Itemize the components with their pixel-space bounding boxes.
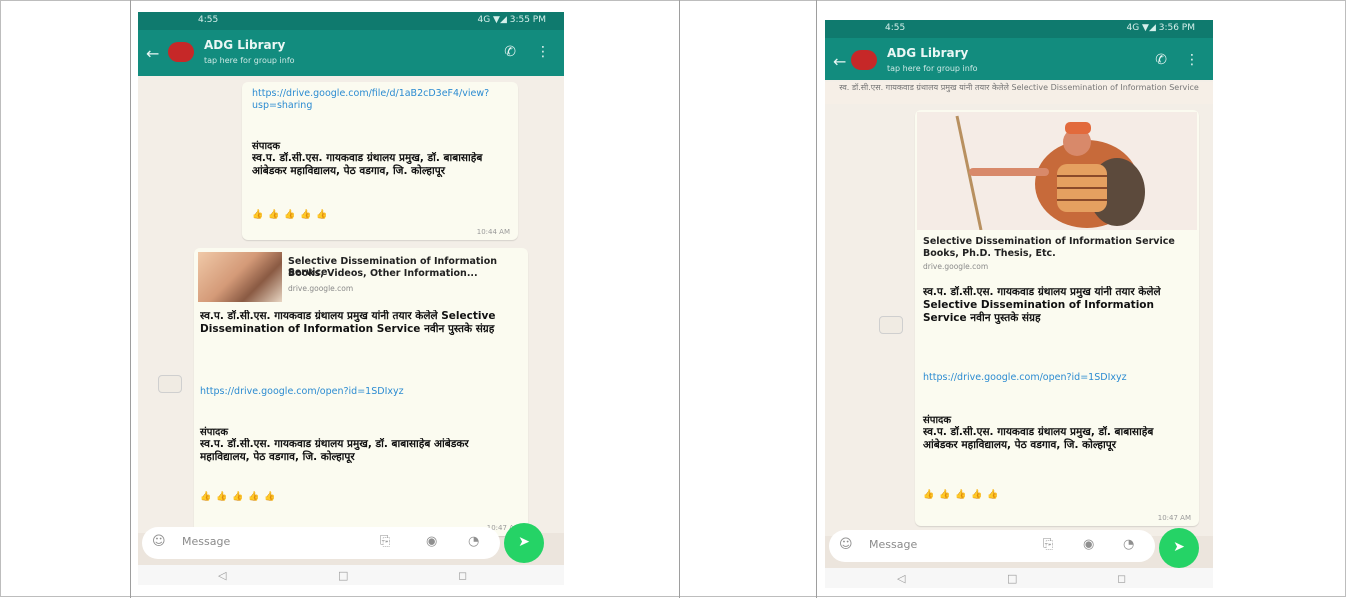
- chat-messages: स्व. डॉ.सी.एस. गायकवाड ग्रंथालय प्रमुख य…: [825, 80, 1213, 536]
- message-time: 10:47 AM: [1157, 514, 1191, 522]
- message-link[interactable]: https://drive.google.com/file/d/1aB2cD3e…: [252, 88, 508, 124]
- message-input[interactable]: Message: [869, 538, 917, 551]
- android-nav-bar: ◁ □ ◻: [825, 568, 1213, 588]
- send-icon: ➤: [518, 534, 530, 550]
- emoji-icon[interactable]: ☺: [152, 534, 166, 549]
- message-link[interactable]: https://drive.google.com/open?id=1SDIxyz: [923, 372, 1163, 398]
- back-arrow-icon[interactable]: ←: [146, 44, 159, 63]
- nav-recents-icon[interactable]: ◻: [1117, 572, 1126, 585]
- left-border-line: [130, 0, 131, 598]
- message-emojis: 👍 👍 👍 👍 👍: [252, 210, 329, 220]
- message-input-bar[interactable]: ☺ Message ⎘ ◉ ◔: [829, 530, 1155, 562]
- message-bubble[interactable]: Selective Dissemination of Information S…: [194, 248, 528, 536]
- forward-share-icon[interactable]: [879, 316, 903, 334]
- message-body: स्व.प. डॉ.सी.एस. गायकवाड ग्रंथालय प्रमुख…: [200, 310, 496, 335]
- message-link[interactable]: https://drive.google.com/open?id=1SDIxyz: [200, 386, 490, 412]
- message-body: स्व.प. डॉ.सी.एस. गायकवाड ग्रंथालय प्रमुख…: [923, 286, 1161, 324]
- message-bubble[interactable]: Selective Dissemination of Information S…: [915, 110, 1199, 526]
- status-indicators: 4G ▼◢ 3:55 PM: [477, 15, 546, 25]
- link-preview-site: drive.google.com: [923, 262, 989, 271]
- chat-header: ← ADG Library tap here for group info ✆ …: [825, 38, 1213, 80]
- message-body-signature: स्व.प. डॉ.सी.एस. गायकवाड ग्रंथालय प्रमुख…: [923, 426, 1154, 451]
- send-button[interactable]: ➤: [1159, 528, 1199, 568]
- chat-title[interactable]: ADG Library: [887, 46, 968, 60]
- attach-icon[interactable]: ⎘: [380, 534, 390, 549]
- link-preview-subtitle: Books, Ph.D. Thesis, Etc.: [923, 248, 1056, 259]
- forward-share-icon[interactable]: [158, 375, 182, 393]
- message-body: स्व.प. डॉ.सी.एस. गायकवाड ग्रंथालय प्रमुख…: [252, 152, 483, 177]
- group-avatar[interactable]: [168, 42, 194, 62]
- group-avatar[interactable]: [851, 50, 877, 70]
- add-call-icon[interactable]: ✆: [1155, 52, 1167, 68]
- nav-home-icon[interactable]: □: [338, 569, 348, 582]
- nav-back-icon[interactable]: ◁: [897, 572, 905, 585]
- message-body-signature: स्व.प. डॉ.सी.एस. गायकवाड ग्रंथालय प्रमुख…: [200, 438, 469, 463]
- android-nav-bar: ◁ □ ◻: [138, 565, 564, 585]
- send-button[interactable]: ➤: [504, 523, 544, 563]
- phone-screenshot-right: 4:55 4G ▼◢ 3:56 PM ← ADG Library tap her…: [825, 20, 1213, 588]
- emoji-icon[interactable]: ☺: [839, 537, 853, 552]
- chat-title[interactable]: ADG Library: [204, 38, 285, 52]
- chat-header: ← ADG Library tap here for group info ✆ …: [138, 30, 564, 76]
- link-preview-site: drive.google.com: [288, 284, 354, 293]
- message-input-bar[interactable]: ☺ Message ⎘ ◉ ◔: [142, 527, 500, 559]
- voice-icon[interactable]: ◔: [468, 534, 479, 549]
- message-label: संपादक: [200, 427, 229, 438]
- nav-back-icon[interactable]: ◁: [218, 569, 226, 582]
- chat-messages: https://drive.google.com/file/d/1aB2cD3e…: [138, 76, 564, 536]
- message-input[interactable]: Message: [182, 535, 230, 548]
- nav-recents-icon[interactable]: ◻: [458, 569, 467, 582]
- status-bar: 4:55 4G ▼◢ 3:56 PM: [825, 20, 1213, 38]
- chat-subtitle: tap here for group info: [204, 56, 295, 65]
- message-time: 10:44 AM: [476, 228, 510, 236]
- message-bubble[interactable]: https://drive.google.com/file/d/1aB2cD3e…: [242, 82, 518, 240]
- send-icon: ➤: [1173, 539, 1185, 555]
- previous-message-tail: स्व. डॉ.सी.एस. गायकवाड ग्रंथालय प्रमुख य…: [825, 82, 1213, 104]
- link-preview-image[interactable]: [917, 112, 1197, 231]
- nav-home-icon[interactable]: □: [1007, 572, 1017, 585]
- message-label: संपादक: [923, 415, 952, 426]
- right-left-border-line: [816, 0, 817, 598]
- add-call-icon[interactable]: ✆: [504, 44, 516, 60]
- status-bar: 4:55 4G ▼◢ 3:55 PM: [138, 12, 564, 30]
- more-options-icon[interactable]: ⋮: [536, 44, 550, 60]
- status-indicators: 4G ▼◢ 3:56 PM: [1126, 23, 1195, 33]
- status-time: 4:55: [198, 15, 219, 25]
- message-emojis: 👍 👍 👍 👍 👍: [200, 492, 277, 502]
- camera-icon[interactable]: ◉: [426, 534, 437, 549]
- chat-subtitle: tap here for group info: [887, 64, 978, 73]
- message-emojis: 👍 👍 👍 👍 👍: [923, 490, 1000, 500]
- link-preview-subtitle: Books, Videos, Other Information...: [288, 268, 478, 279]
- back-arrow-icon[interactable]: ←: [833, 52, 846, 71]
- voice-icon[interactable]: ◔: [1123, 537, 1134, 552]
- camera-icon[interactable]: ◉: [1083, 537, 1094, 552]
- link-preview-thumbnail[interactable]: [198, 252, 282, 302]
- more-options-icon[interactable]: ⋮: [1185, 52, 1199, 68]
- status-time: 4:55: [885, 23, 906, 33]
- attach-icon[interactable]: ⎘: [1043, 537, 1053, 552]
- message-label: संपादक: [252, 141, 281, 152]
- warrior-illustration: [917, 112, 1197, 231]
- phone-screenshot-left: 4:55 4G ▼◢ 3:55 PM ← ADG Library tap her…: [138, 12, 564, 585]
- center-divider: [679, 0, 680, 598]
